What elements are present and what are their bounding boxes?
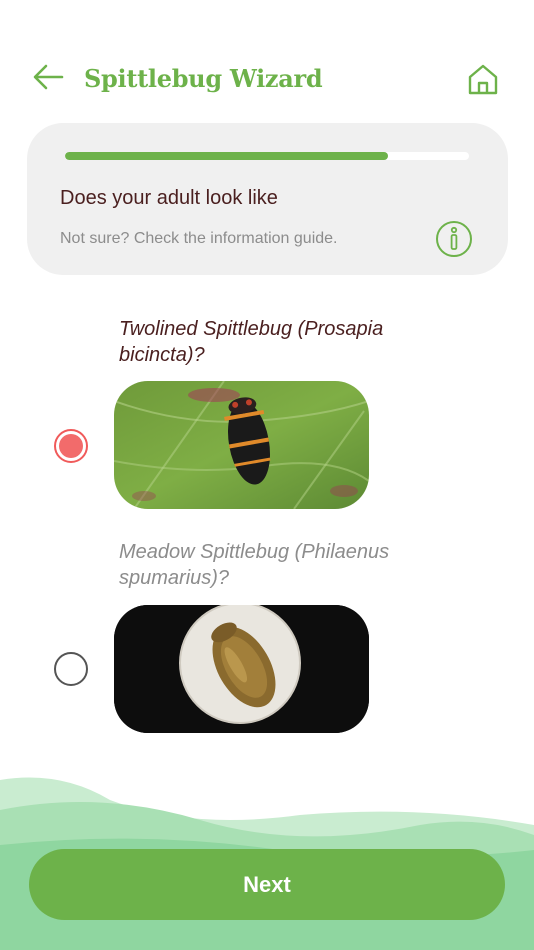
- radio-option-meadow[interactable]: [54, 652, 88, 686]
- arrow-left-icon: [33, 64, 64, 90]
- hint-text: Not sure? Check the information guide.: [60, 230, 338, 247]
- option-label-meadow: Meadow Spittlebug (Philaenus spumarius)?: [119, 541, 390, 589]
- twolined-spittlebug-image: [114, 381, 369, 509]
- header: Spittlebug Wizard: [0, 52, 534, 108]
- question-card: Does your adult look like Not sure? Chec…: [27, 123, 508, 275]
- meadow-spittlebug-photo[interactable]: [114, 605, 369, 733]
- back-button[interactable]: [30, 62, 66, 92]
- radio-selected-dot: [59, 434, 83, 458]
- progress-bar: [65, 152, 469, 160]
- info-icon: [450, 226, 458, 250]
- option-label-twolined: Twolined Spittlebug (Prosapia bicincta)?: [119, 318, 384, 366]
- info-button[interactable]: [436, 221, 472, 257]
- question-text: Does your adult look like: [60, 187, 278, 209]
- home-button[interactable]: [466, 62, 500, 96]
- home-icon: [468, 64, 498, 95]
- meadow-spittlebug-image: [114, 605, 369, 733]
- progress-fill: [65, 152, 389, 160]
- page-title: Spittlebug Wizard: [84, 64, 323, 93]
- radio-option-twolined[interactable]: [54, 429, 88, 463]
- next-button[interactable]: Next: [29, 849, 505, 920]
- twolined-spittlebug-photo[interactable]: [114, 381, 369, 509]
